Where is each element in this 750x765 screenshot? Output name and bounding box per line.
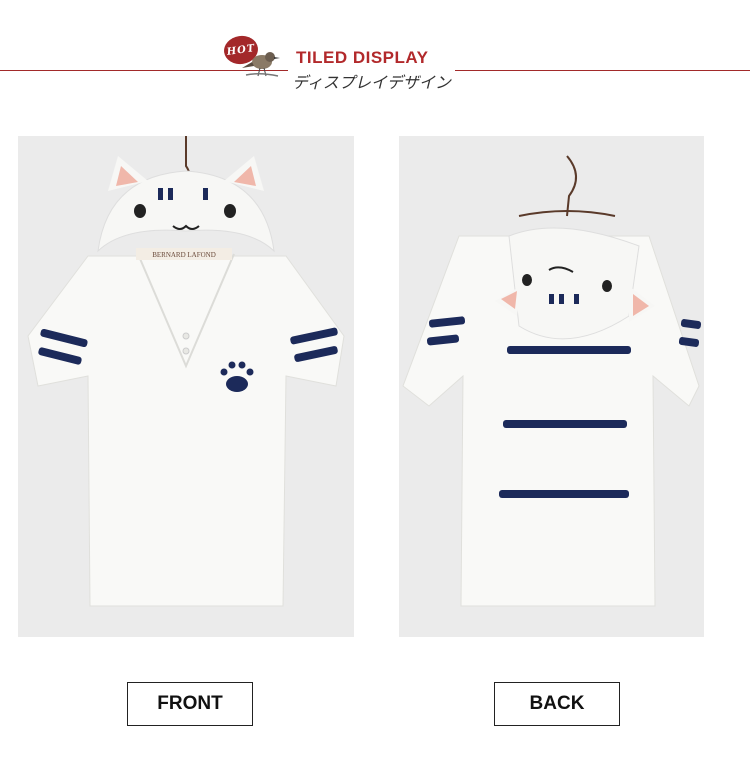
front-photo: BERNARD LAFOND [18, 136, 354, 637]
bird-icon [242, 52, 280, 77]
back-label: BACK [494, 682, 620, 726]
page-title: TILED DISPLAY [296, 48, 435, 68]
neck-tag: BERNARD LAFOND [152, 251, 216, 259]
page-subtitle: ディスプレイデザイン [288, 69, 455, 93]
front-label: FRONT [127, 682, 253, 726]
back-photo [399, 136, 704, 637]
